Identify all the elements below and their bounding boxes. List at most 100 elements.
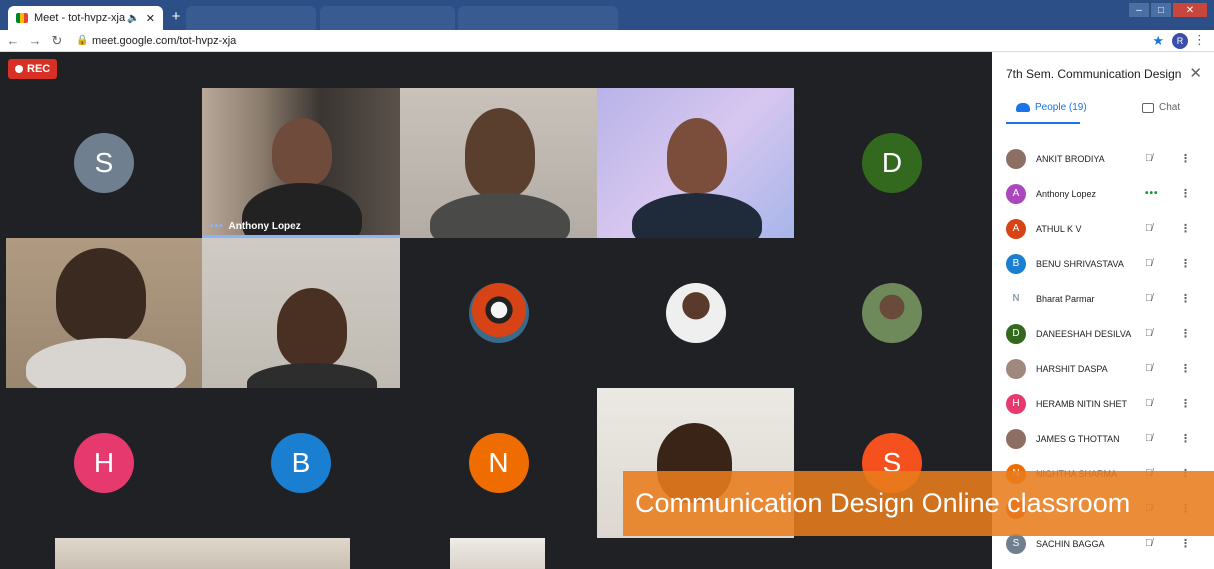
tab-chat[interactable]: Chat [1142, 102, 1180, 113]
participant-photo [665, 283, 726, 343]
list-item[interactable]: H HERAMB NITIN SHET 🎙̸ ⋮ [992, 386, 1214, 421]
participant-tile[interactable] [400, 238, 597, 388]
participant-tile[interactable] [450, 538, 545, 569]
list-item[interactable]: JAMES G THOTTAN 🎙̸ ⋮ [992, 421, 1214, 456]
participant-avatar: N [468, 433, 529, 493]
recording-badge: REC [8, 59, 58, 79]
browser-tab-4[interactable] [458, 6, 618, 30]
participant-name: DANEESHAH DESILVA [1036, 328, 1132, 339]
participant-name: Bharat Parmar [1036, 293, 1095, 304]
forward-arrow-icon[interactable]: → [26, 33, 44, 48]
participant-tile[interactable]: S [6, 88, 202, 238]
profile-avatar[interactable]: R [1172, 33, 1188, 49]
more-options-icon[interactable]: ⋮ [1180, 327, 1191, 340]
more-options-icon[interactable]: ⋮ [1180, 432, 1191, 445]
participant-figure [465, 108, 535, 198]
people-icon [1016, 103, 1030, 112]
mic-off-icon: 🎙̸ [1145, 258, 1153, 269]
participant-photo [862, 283, 922, 343]
speaker-name-label: ••• Anthony Lopez [210, 221, 301, 232]
participant-avatar: A [1006, 218, 1026, 239]
mic-off-icon: 🎙̸ [1145, 293, 1153, 304]
mic-off-icon: 🎙̸ [1145, 153, 1153, 164]
browser-tab-meet[interactable]: Meet - tot-hvpz-xja 🔈 ✕ [8, 6, 163, 30]
window-controls: – □ ✕ [1128, 2, 1208, 18]
more-options-icon[interactable]: ⋮ [1180, 187, 1191, 200]
new-tab-button[interactable]: + [168, 9, 184, 25]
speaking-indicator-icon: ••• [1145, 188, 1159, 199]
participant-tile[interactable] [597, 88, 794, 238]
close-panel-icon[interactable]: ✕ [1189, 64, 1202, 82]
list-item[interactable]: B BENU SHRIVASTAVA 🎙̸ ⋮ [992, 246, 1214, 281]
participant-avatar: H [1006, 393, 1026, 414]
participant-name: BENU SHRIVASTAVA [1036, 258, 1124, 269]
close-window-icon[interactable]: ✕ [1172, 2, 1208, 18]
participant-avatar: A [1006, 183, 1026, 204]
participant-name: ATHUL K V [1036, 223, 1082, 234]
browser-menu-icon[interactable]: ⋮ [1193, 32, 1206, 48]
close-tab-icon[interactable]: ✕ [146, 12, 155, 25]
more-options-icon[interactable]: ⋮ [1180, 257, 1191, 270]
participant-avatar: S [1006, 533, 1026, 554]
lock-icon[interactable]: 🔒 [76, 35, 88, 46]
participant-tile[interactable]: H [6, 388, 202, 538]
participant-photo [468, 283, 529, 343]
participant-avatar [1006, 148, 1026, 169]
participant-tile[interactable] [55, 538, 350, 569]
more-options-icon[interactable]: ⋮ [1180, 537, 1191, 550]
list-item[interactable]: N Bharat Parmar 🎙̸ ⋮ [992, 281, 1214, 316]
speaker-icon[interactable]: 🔈 [127, 13, 139, 24]
list-item[interactable]: A ATHUL K V 🎙̸ ⋮ [992, 211, 1214, 246]
maximize-icon[interactable]: □ [1150, 2, 1172, 18]
more-options-icon[interactable]: ⋮ [1180, 222, 1191, 235]
participant-tile-speaker[interactable]: ••• Anthony Lopez [202, 88, 400, 238]
participant-name: JAMES G THOTTAN [1036, 433, 1120, 444]
tab-people[interactable]: People (19) [1016, 102, 1087, 113]
more-options-icon[interactable]: ⋮ [1180, 397, 1191, 410]
active-tab-indicator [1006, 122, 1080, 124]
participant-avatar: B [271, 433, 331, 493]
tab-title: Meet - tot-hvpz-xja [34, 12, 126, 24]
more-options-icon[interactable]: ⋮ [1180, 292, 1191, 305]
participant-figure [667, 118, 727, 193]
back-arrow-icon[interactable]: ← [4, 33, 22, 48]
participant-video [450, 538, 545, 569]
reload-icon[interactable]: ↻ [48, 33, 66, 49]
participant-tile[interactable]: N [400, 388, 597, 538]
mic-off-icon: 🎙̸ [1145, 223, 1153, 234]
participant-figure [272, 118, 332, 186]
participant-figure [56, 248, 146, 343]
list-item[interactable]: HARSHIT DASPA 🎙̸ ⋮ [992, 351, 1214, 386]
participant-name: HARSHIT DASPA [1036, 363, 1108, 374]
more-options-icon[interactable]: ⋮ [1180, 362, 1191, 375]
mic-off-icon: 🎙̸ [1145, 363, 1153, 374]
list-item[interactable]: D DANEESHAH DESILVA 🎙̸ ⋮ [992, 316, 1214, 351]
participant-name: ANKIT BRODIYA [1036, 153, 1105, 164]
tab-people-label: People (19) [1035, 102, 1087, 113]
speaking-indicator-icon: ••• [210, 221, 224, 232]
address-bar: ← → ↻ 🔒 meet.google.com/tot-hvpz-xja ★ R… [0, 30, 1214, 52]
browser-tab-strip: Meet - tot-hvpz-xja 🔈 ✕ + – □ ✕ [0, 0, 1214, 30]
browser-tab-2[interactable] [186, 6, 316, 30]
participant-figure [277, 288, 347, 368]
url-text[interactable]: meet.google.com/tot-hvpz-xja [92, 35, 236, 47]
participant-tile[interactable] [597, 238, 794, 388]
participant-avatar [1006, 428, 1026, 449]
participant-tile[interactable] [202, 238, 400, 388]
minimize-icon[interactable]: – [1128, 2, 1150, 18]
participant-tile[interactable]: D [794, 88, 990, 238]
participant-tile[interactable] [400, 88, 597, 238]
participant-avatar: D [862, 133, 922, 193]
list-item[interactable]: A Anthony Lopez ••• ⋮ [992, 176, 1214, 211]
classroom-caption-banner: Communication Design Online classroom [623, 471, 1214, 536]
participant-tile[interactable] [6, 238, 202, 388]
participant-tile[interactable] [794, 238, 990, 388]
list-item[interactable]: ANKIT BRODIYA 🎙̸ ⋮ [992, 141, 1214, 176]
browser-tab-3[interactable] [320, 6, 455, 30]
bookmark-star-icon[interactable]: ★ [1152, 33, 1164, 49]
more-options-icon[interactable]: ⋮ [1180, 152, 1191, 165]
participant-name: SACHIN BAGGA [1036, 538, 1105, 549]
meet-favicon-icon [16, 13, 28, 23]
mic-off-icon: 🎙̸ [1145, 328, 1153, 339]
participant-tile[interactable]: B [202, 388, 400, 538]
